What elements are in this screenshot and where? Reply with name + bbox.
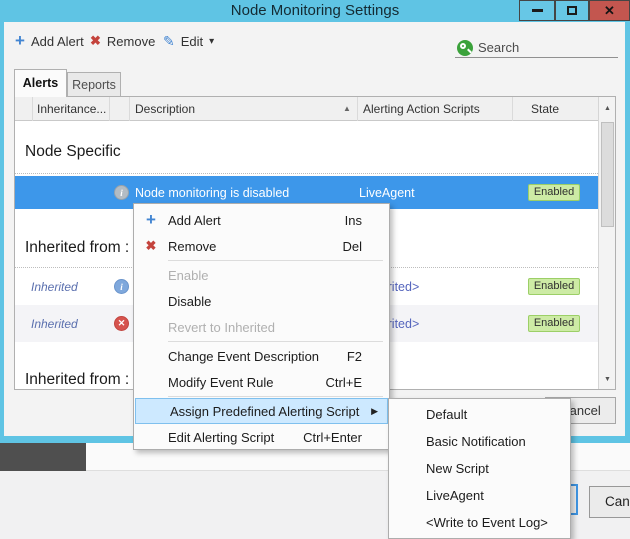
edit-label: Edit — [181, 34, 203, 49]
error-icon: ✕ — [114, 316, 129, 331]
col-inheritance[interactable]: Inheritance... — [37, 102, 106, 116]
col-alerting-scripts[interactable]: Alerting Action Scripts — [363, 102, 480, 116]
tab-reports[interactable]: Reports — [67, 72, 121, 97]
submenu-arrow-icon: ▶ — [371, 406, 378, 417]
menu-item-remove[interactable]: ✖ Remove Del — [134, 233, 389, 259]
alerting-script-submenu: Default Basic Notification New Script Li… — [388, 398, 571, 539]
search-icon — [457, 40, 473, 56]
vertical-scrollbar[interactable]: ▲ ▼ — [598, 97, 616, 389]
shortcut: Ctrl+E — [326, 375, 389, 390]
inheritance-label: Inherited — [31, 280, 78, 294]
close-button[interactable]: ✕ — [589, 0, 630, 21]
edit-dropdown-button[interactable]: ✎ Edit ▾ — [163, 31, 214, 51]
info-icon: i — [114, 185, 129, 200]
plus-icon: + — [134, 212, 168, 228]
minimize-icon — [532, 9, 543, 12]
group-node-specific: Node Specific — [25, 143, 121, 161]
scroll-down-icon[interactable]: ▼ — [599, 376, 616, 383]
plus-icon: + — [15, 33, 25, 49]
maximize-button[interactable] — [555, 0, 589, 21]
submenu-item-default[interactable]: Default — [389, 401, 570, 428]
table-header: Inheritance... Description ▲ Alerting Ac… — [15, 97, 598, 121]
remove-icon: ✖ — [90, 33, 101, 49]
submenu-item-liveagent[interactable]: LiveAgent — [389, 482, 570, 509]
chevron-down-icon: ▾ — [209, 36, 214, 47]
menu-item-change-event-description[interactable]: Change Event Description F2 — [134, 343, 389, 369]
info-icon: i — [114, 279, 129, 294]
taskbar-fragment — [0, 443, 86, 471]
menu-separator — [168, 260, 383, 261]
remove-button[interactable]: ✖ Remove — [90, 31, 155, 51]
submenu-item-new-script[interactable]: New Script — [389, 455, 570, 482]
menu-item-enable: Enable — [134, 262, 389, 288]
row-description: Node monitoring is disabled — [135, 186, 289, 200]
shortcut: Ins — [345, 213, 389, 228]
tab-alerts[interactable]: Alerts — [14, 69, 67, 97]
status-badge: Enabled — [528, 278, 580, 295]
context-menu: + Add Alert Ins ✖ Remove Del Enable Disa… — [133, 203, 390, 450]
submenu-item-basic-notification[interactable]: Basic Notification — [389, 428, 570, 455]
scrollbar-thumb[interactable] — [601, 122, 614, 227]
menu-item-add-alert[interactable]: + Add Alert Ins — [134, 207, 389, 233]
status-badge: Enabled — [528, 315, 580, 332]
background-cancel-button[interactable]: Cancel — [589, 486, 630, 518]
maximize-icon — [567, 6, 577, 15]
scroll-up-icon[interactable]: ▲ — [599, 105, 616, 112]
search-input[interactable]: Search — [478, 40, 519, 55]
menu-separator — [168, 341, 383, 342]
shortcut: Ctrl+Enter — [303, 430, 389, 445]
col-state[interactable]: State — [512, 102, 578, 116]
inheritance-label: Inherited — [31, 317, 78, 331]
group-inherited-1: Inherited from : I — [25, 239, 138, 257]
close-icon: ✕ — [604, 3, 615, 19]
row-script: LiveAgent — [359, 186, 415, 200]
menu-item-edit-alerting-script[interactable]: Edit Alerting Script Ctrl+Enter — [134, 424, 389, 450]
menu-item-modify-event-rule[interactable]: Modify Event Rule Ctrl+E — [134, 369, 389, 395]
minimize-button[interactable] — [519, 0, 555, 21]
submenu-item-write-to-event-log[interactable]: <Write to Event Log> — [389, 509, 570, 536]
col-description[interactable]: Description — [135, 102, 195, 116]
status-badge: Enabled — [528, 184, 580, 201]
search-underline — [455, 57, 618, 58]
menu-item-disable[interactable]: Disable — [134, 288, 389, 314]
remove-label: Remove — [107, 34, 155, 49]
menu-separator — [168, 396, 383, 397]
sort-asc-icon: ▲ — [343, 104, 351, 113]
shortcut: Del — [342, 239, 389, 254]
menu-item-revert-to-inherited: Revert to Inherited — [134, 314, 389, 340]
group-inherited-2: Inherited from : S — [25, 371, 144, 389]
pencil-icon: ✎ — [163, 33, 175, 49]
shortcut: F2 — [347, 349, 389, 364]
menu-item-assign-predefined-alerting-script[interactable]: Assign Predefined Alerting Script ▶ — [135, 398, 388, 424]
remove-icon: ✖ — [134, 238, 168, 254]
add-alert-button[interactable]: + Add Alert — [15, 31, 84, 51]
add-alert-label: Add Alert — [31, 34, 84, 49]
